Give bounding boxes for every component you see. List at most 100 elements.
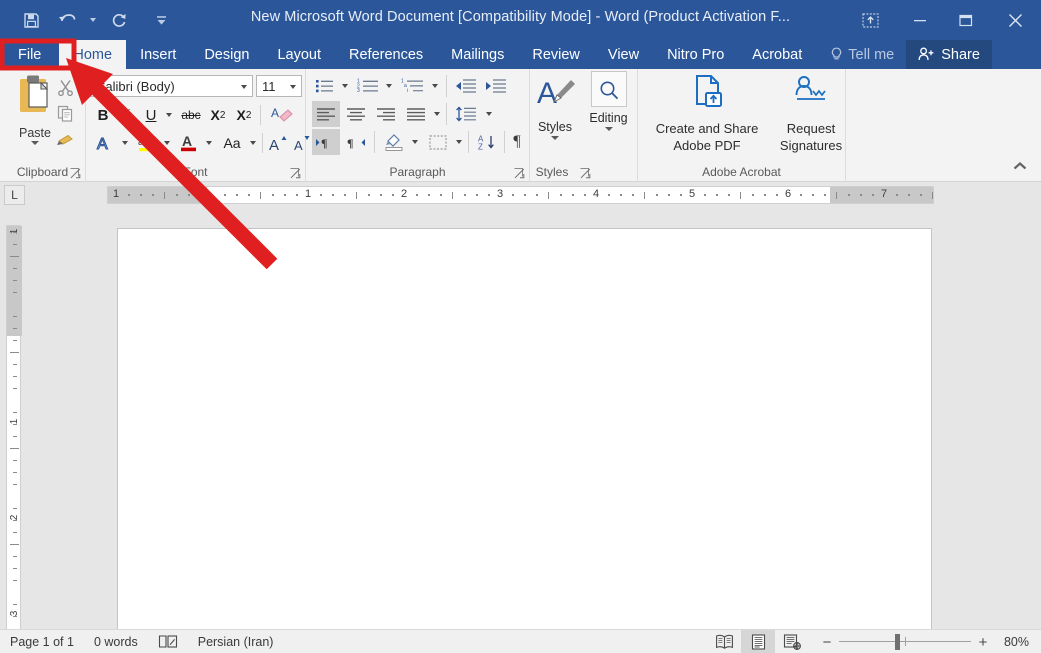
restore-icon[interactable]: [943, 0, 989, 40]
zoom-slider-thumb[interactable]: [895, 634, 900, 650]
borders-button[interactable]: [424, 129, 452, 155]
proofing-errors-icon[interactable]: [148, 630, 188, 653]
zoom-out-button[interactable]: −: [815, 634, 839, 651]
font-color-dropdown-icon[interactable]: [202, 130, 216, 156]
collapse-ribbon-icon[interactable]: [1011, 159, 1031, 175]
tab-nitro-pro[interactable]: Nitro Pro: [653, 40, 738, 69]
tab-stop-selector[interactable]: L: [4, 185, 25, 205]
underline-button[interactable]: U: [140, 102, 162, 128]
tab-home[interactable]: Home: [59, 40, 126, 69]
minimize-icon[interactable]: [897, 0, 943, 40]
text-effects-button[interactable]: A: [92, 130, 118, 156]
change-case-button[interactable]: Aa: [218, 130, 246, 156]
numbering-dropdown-icon[interactable]: [382, 73, 396, 99]
clear-formatting-button[interactable]: A: [266, 102, 300, 128]
tab-design[interactable]: Design: [190, 40, 263, 69]
multilevel-list-button[interactable]: 1ai: [398, 73, 428, 99]
justify-dropdown-icon[interactable]: [430, 101, 444, 127]
ruler-tick: [344, 194, 346, 196]
tab-layout[interactable]: Layout: [263, 40, 335, 69]
undo-dropdown-icon[interactable]: [86, 5, 100, 35]
justify-button[interactable]: [402, 101, 430, 127]
sort-button[interactable]: AZ: [474, 129, 502, 155]
tab-home-label: Home: [73, 47, 112, 63]
tab-view[interactable]: View: [594, 40, 653, 69]
tab-file[interactable]: File: [0, 40, 59, 69]
text-highlight-color-button[interactable]: ab: [134, 130, 160, 156]
web-layout-button[interactable]: [775, 630, 809, 653]
share-button[interactable]: Share: [906, 40, 992, 69]
tab-insert[interactable]: Insert: [126, 40, 190, 69]
clipboard-dialog-launcher-icon[interactable]: [70, 166, 82, 178]
bullets-button[interactable]: [312, 73, 338, 99]
bullets-dropdown-icon[interactable]: [338, 73, 352, 99]
numbering-button[interactable]: 123: [354, 73, 382, 99]
decrease-indent-button[interactable]: [452, 73, 480, 99]
paste-dropdown-icon[interactable]: [31, 141, 39, 145]
increase-font-size-button[interactable]: A: [266, 130, 290, 156]
word-count[interactable]: 0 words: [84, 630, 148, 653]
editing-button[interactable]: Editing: [580, 73, 637, 131]
superscript-button[interactable]: X2: [232, 102, 256, 128]
zoom-level[interactable]: 80%: [995, 635, 1041, 649]
zoom-in-button[interactable]: +: [971, 634, 995, 651]
font-name-dropdown-icon[interactable]: [241, 85, 247, 89]
shading-dropdown-icon[interactable]: [408, 129, 422, 155]
show-formatting-marks-button[interactable]: ¶: [506, 129, 528, 155]
font-dialog-launcher-icon[interactable]: [290, 166, 302, 178]
undo-icon[interactable]: [50, 5, 84, 35]
align-left-button[interactable]: [312, 101, 340, 127]
horizontal-ruler[interactable]: L 1 1 2 3 4 5 6 7: [0, 182, 1041, 208]
multilevel-list-dropdown-icon[interactable]: [428, 73, 442, 99]
tab-references[interactable]: References: [335, 40, 437, 69]
bold-button[interactable]: B: [92, 102, 114, 128]
highlight-color-dropdown-icon[interactable]: [160, 130, 174, 156]
paragraph-dialog-launcher-icon[interactable]: [514, 166, 526, 178]
italic-button[interactable]: I: [116, 102, 138, 128]
ltr-text-direction-button[interactable]: ¶: [312, 129, 340, 155]
language-indicator[interactable]: Persian (Iran): [188, 630, 284, 653]
close-icon[interactable]: [989, 0, 1041, 40]
document-page[interactable]: [117, 228, 932, 630]
customize-qat-icon[interactable]: [154, 5, 168, 35]
strikethrough-button[interactable]: abc: [178, 102, 204, 128]
save-icon[interactable]: [14, 5, 48, 35]
increase-indent-button[interactable]: [482, 73, 510, 99]
ribbon-display-options-icon[interactable]: [843, 0, 897, 40]
tab-view-label: View: [608, 47, 639, 63]
styles-dropdown-icon[interactable]: [551, 136, 559, 140]
print-layout-button[interactable]: [741, 630, 775, 653]
tab-acrobat[interactable]: Acrobat: [738, 40, 816, 69]
cut-button[interactable]: [52, 75, 78, 99]
vertical-ruler[interactable]: 1 1 2 3: [6, 225, 21, 630]
ruler-track[interactable]: 1 1 2 3 4 5 6 7: [107, 186, 934, 204]
create-and-share-adobe-pdf-button[interactable]: Create and ShareAdobe PDF: [646, 73, 768, 154]
text-effects-dropdown-icon[interactable]: [118, 130, 132, 156]
page-indicator[interactable]: Page 1 of 1: [0, 630, 84, 653]
borders-dropdown-icon[interactable]: [452, 129, 466, 155]
underline-dropdown-icon[interactable]: [162, 102, 176, 128]
read-mode-button[interactable]: [707, 630, 741, 653]
font-name-input[interactable]: Calibri (Body): [90, 75, 253, 97]
font-size-input[interactable]: 11: [256, 75, 302, 97]
change-case-dropdown-icon[interactable]: [246, 130, 260, 156]
request-signatures-button[interactable]: RequestSignatures: [778, 73, 844, 154]
line-paragraph-spacing-button[interactable]: [452, 101, 480, 127]
tab-mailings[interactable]: Mailings: [437, 40, 518, 69]
font-color-button[interactable]: A: [176, 130, 202, 156]
redo-icon[interactable]: [102, 5, 136, 35]
format-painter-button[interactable]: [52, 127, 78, 151]
line-spacing-dropdown-icon[interactable]: [482, 101, 496, 127]
align-right-button[interactable]: [372, 101, 400, 127]
font-size-dropdown-icon[interactable]: [290, 85, 296, 89]
tell-me-box[interactable]: Tell me: [816, 40, 904, 69]
styles-button[interactable]: A Styles: [530, 73, 580, 140]
center-button[interactable]: [342, 101, 370, 127]
copy-button[interactable]: [52, 101, 78, 125]
tab-review[interactable]: Review: [518, 40, 594, 69]
zoom-slider[interactable]: [839, 630, 971, 653]
subscript-button[interactable]: X2: [206, 102, 230, 128]
rtl-text-direction-button[interactable]: ¶: [342, 129, 370, 155]
editing-dropdown-icon[interactable]: [605, 127, 613, 131]
shading-button[interactable]: [380, 129, 408, 155]
